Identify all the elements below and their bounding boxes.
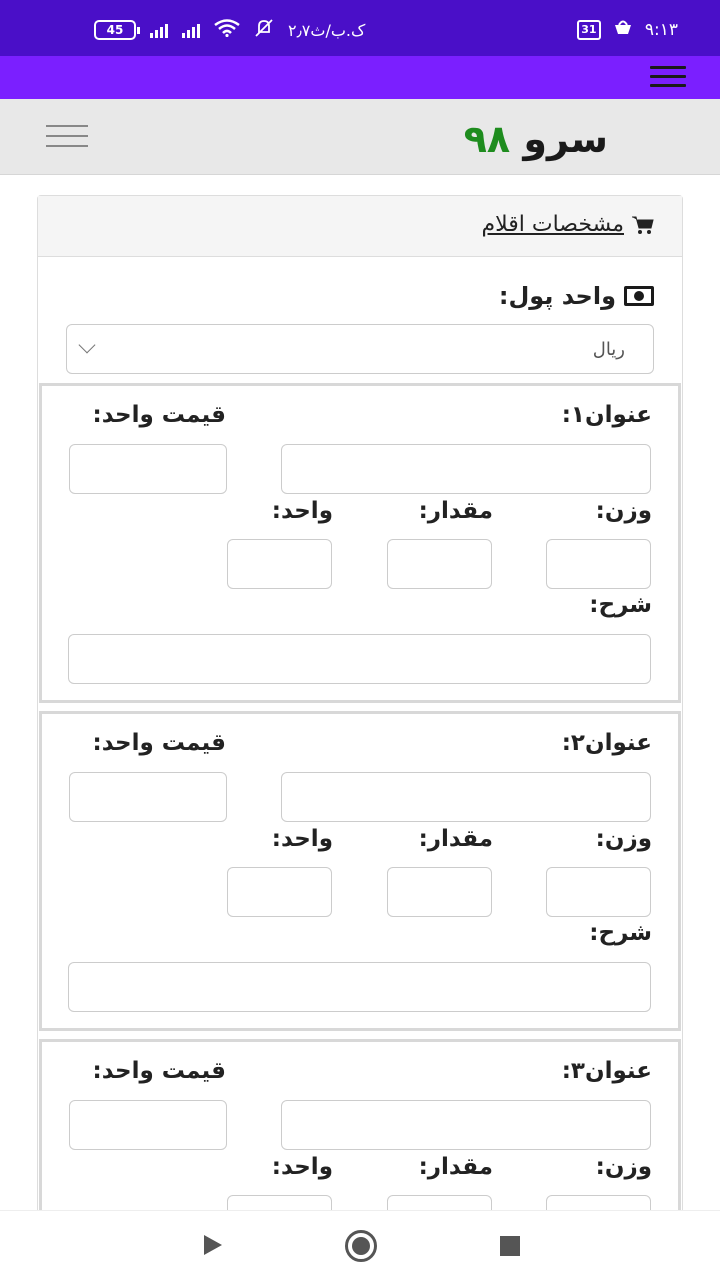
- back-icon[interactable]: [204, 1235, 222, 1255]
- panel-title-link[interactable]: مشخصات اقلام: [482, 212, 624, 237]
- item-block-3: عنوان۳: قیمت واحد: وزن: مقدار: واحد:: [39, 1039, 681, 1245]
- item-amount-label: مقدار:: [418, 826, 493, 852]
- item-price-label: قیمت واحد:: [92, 402, 226, 428]
- basket-icon: [613, 18, 633, 41]
- item-unit-label: واحد:: [271, 498, 333, 524]
- item-block-1: عنوان۱: قیمت واحد: وزن: مقدار: واحد: شرح…: [39, 383, 681, 703]
- mute-bell-icon: [254, 18, 274, 42]
- currency-label-text: واحد پول:: [498, 282, 616, 310]
- item-price-input[interactable]: [69, 772, 227, 822]
- items-panel: مشخصات اقلام واحد پول: ریال عنوان۱: قیمت…: [37, 195, 683, 1245]
- home-icon[interactable]: [345, 1230, 377, 1262]
- item-title-input[interactable]: [281, 1100, 651, 1150]
- item-desc-label: شرح:: [589, 920, 652, 946]
- logo-text: سرو: [523, 117, 608, 161]
- item-desc-label: شرح:: [589, 592, 652, 618]
- recent-apps-icon[interactable]: [500, 1236, 520, 1256]
- item-desc-input[interactable]: [68, 962, 651, 1012]
- calendar-icon: 31: [576, 19, 601, 40]
- panel-title: مشخصات اقلام: [482, 212, 654, 237]
- app-bar: [0, 56, 720, 99]
- logo-number: ۹۸: [463, 117, 511, 161]
- hamburger-icon[interactable]: [650, 66, 686, 88]
- status-left: 45 ۲٫۷ک.ب/ث: [94, 18, 365, 42]
- item-title-label: عنوان۱:: [561, 402, 652, 428]
- item-block-2: عنوان۲: قیمت واحد: وزن: مقدار: واحد: شرح…: [39, 711, 681, 1031]
- status-bar: 45 ۲٫۷ک.ب/ث 31 ۹:۱۳: [0, 0, 720, 56]
- item-title-input[interactable]: [281, 772, 651, 822]
- item-weight-label: وزن:: [595, 826, 652, 852]
- menu-toggle-icon[interactable]: [46, 125, 88, 149]
- panel-header: مشخصات اقلام: [38, 196, 682, 257]
- item-price-input[interactable]: [69, 444, 227, 494]
- item-amount-input[interactable]: [387, 867, 492, 917]
- wifi-icon: [214, 19, 240, 41]
- currency-label: واحد پول:: [499, 282, 654, 310]
- currency-select-value: ریال: [592, 339, 625, 360]
- system-nav-bar: [0, 1210, 720, 1280]
- status-right: 31 ۹:۱۳: [576, 18, 678, 41]
- item-unit-label: واحد:: [271, 826, 333, 852]
- clock-time: ۹:۱۳: [644, 19, 678, 40]
- currency-select[interactable]: ریال: [66, 324, 654, 374]
- item-title-input[interactable]: [281, 444, 651, 494]
- item-unit-input[interactable]: [227, 867, 332, 917]
- item-weight-input[interactable]: [546, 867, 651, 917]
- item-unit-input[interactable]: [227, 539, 332, 589]
- item-amount-label: مقدار:: [418, 498, 493, 524]
- money-icon: [624, 286, 654, 306]
- chevron-down-icon: [78, 336, 96, 354]
- signal-icon: [150, 22, 168, 38]
- item-amount-label: مقدار:: [418, 1154, 493, 1180]
- item-price-label: قیمت واحد:: [92, 730, 226, 756]
- item-price-label: قیمت واحد:: [92, 1058, 226, 1084]
- item-price-input[interactable]: [69, 1100, 227, 1150]
- site-header: سرو ۹۸: [0, 99, 720, 175]
- battery-icon: 45: [94, 20, 140, 40]
- item-weight-input[interactable]: [546, 539, 651, 589]
- site-logo[interactable]: سرو ۹۸: [464, 117, 608, 161]
- signal-icon-2: [182, 22, 200, 38]
- item-title-label: عنوان۳:: [561, 1058, 652, 1084]
- network-speed: ۲٫۷ک.ب/ث: [288, 20, 366, 40]
- item-desc-input[interactable]: [68, 634, 651, 684]
- item-title-label: عنوان۲:: [561, 730, 652, 756]
- item-unit-label: واحد:: [271, 1154, 333, 1180]
- item-weight-label: وزن:: [595, 498, 652, 524]
- item-weight-label: وزن:: [595, 1154, 652, 1180]
- cart-icon: [632, 215, 654, 235]
- item-amount-input[interactable]: [387, 539, 492, 589]
